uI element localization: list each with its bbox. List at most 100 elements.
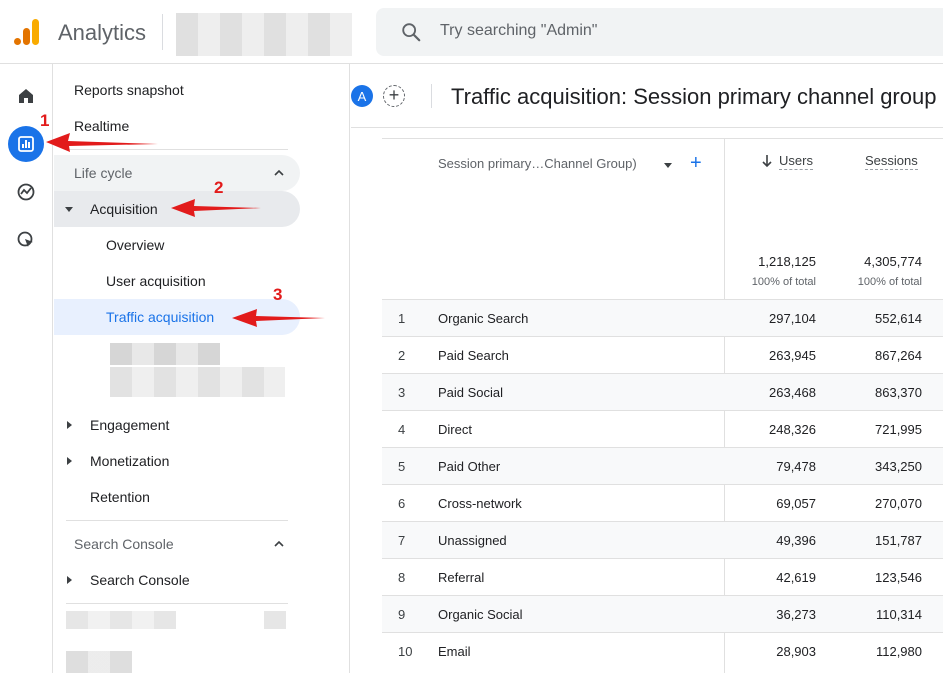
- row-index: 3: [398, 385, 406, 400]
- sessions-value: 151,787: [875, 533, 922, 548]
- sessions-value: 110,314: [875, 607, 922, 622]
- channel-name: Referral: [438, 570, 485, 585]
- nav-label: Monetization: [90, 453, 170, 469]
- nav-label: User acquisition: [106, 273, 206, 289]
- sessions-value: 123,546: [875, 570, 922, 585]
- row-index: 5: [398, 459, 406, 474]
- header-divider: [162, 14, 163, 50]
- total-users-percent: 100% of total: [751, 276, 816, 288]
- nav-label: Traffic acquisition: [106, 309, 215, 325]
- nav-item-reports-snapshot[interactable]: Reports snapshot: [54, 72, 300, 108]
- users-column-header[interactable]: Users: [779, 153, 813, 170]
- table-row[interactable]: 7 Unassigned 49,396 151,787: [382, 521, 943, 558]
- table-row[interactable]: 1 Organic Search 297,104 552,614: [382, 299, 943, 336]
- comparison-avatar[interactable]: A: [351, 85, 373, 107]
- channel-name: Organic Search: [438, 311, 529, 326]
- home-icon[interactable]: [8, 78, 44, 114]
- sessions-value: 552,614: [875, 311, 922, 326]
- row-index: 9: [398, 607, 406, 622]
- table-row[interactable]: 4 Direct 248,326 721,995: [382, 410, 943, 447]
- nav-divider: [66, 520, 288, 521]
- nav-item-user-acquisition[interactable]: User acquisition: [54, 263, 300, 299]
- nav-item-monetization[interactable]: Monetization: [54, 443, 300, 479]
- table-row[interactable]: 6 Cross-network 69,057 270,070: [382, 484, 943, 521]
- users-value: 28,903: [776, 644, 816, 659]
- report-header: A + Traffic acquisition: Session primary…: [351, 64, 943, 128]
- row-index: 1: [398, 311, 406, 326]
- sessions-value: 270,070: [875, 496, 922, 511]
- explore-icon[interactable]: [8, 174, 44, 210]
- nav-label: Search Console: [90, 572, 190, 588]
- users-value: 297,104: [769, 311, 816, 326]
- caret-right-icon: [67, 457, 72, 465]
- nav-item-retention[interactable]: Retention: [54, 479, 300, 515]
- page-title: Traffic acquisition: Session primary cha…: [451, 84, 937, 109]
- header-divider: [431, 84, 432, 108]
- nav-item-engagement[interactable]: Engagement: [54, 407, 300, 443]
- table-top-border: [382, 138, 943, 139]
- table-row[interactable]: 2 Paid Search 263,945 867,264: [382, 336, 943, 373]
- app-title: Analytics: [58, 20, 147, 45]
- table-row[interactable]: 10 Email 28,903 112,980: [382, 632, 943, 669]
- users-value: 263,945: [769, 348, 816, 363]
- analytics-logo[interactable]: [12, 17, 42, 47]
- reports-icon[interactable]: [8, 126, 44, 162]
- caret-down-icon: [65, 207, 73, 212]
- nav-divider: [66, 603, 288, 604]
- search-bar[interactable]: Try searching "Admin": [376, 8, 943, 56]
- table-row[interactable]: 8 Referral 42,619 123,546: [382, 558, 943, 595]
- advertising-icon[interactable]: [8, 222, 44, 258]
- dimension-column-header[interactable]: Session primary…Channel Group): [438, 156, 637, 171]
- table-row[interactable]: 3 Paid Social 263,468 863,370: [382, 373, 943, 410]
- sessions-value: 112,980: [875, 644, 922, 659]
- channel-name: Paid Other: [438, 459, 501, 474]
- nav-item-search-console[interactable]: Search Console: [54, 562, 300, 598]
- annotation-label-3: 3: [273, 285, 283, 304]
- row-index: 2: [398, 348, 406, 363]
- search-input[interactable]: Try searching "Admin": [440, 22, 597, 40]
- top-header: Analytics Try searching "Admin": [0, 0, 943, 64]
- row-index: 8: [398, 570, 406, 585]
- row-index: 10: [398, 644, 413, 659]
- nav-item-overview[interactable]: Overview: [54, 227, 300, 263]
- table-row[interactable]: 5 Paid Other 79,478 343,250: [382, 447, 943, 484]
- add-dimension-icon[interactable]: +: [690, 152, 702, 175]
- sessions-value: 343,250: [875, 459, 922, 474]
- dropdown-icon[interactable]: [664, 163, 672, 168]
- sessions-column-header[interactable]: Sessions: [865, 153, 918, 170]
- redacted-item: [264, 611, 286, 629]
- nav-section-label: Search Console: [74, 536, 174, 552]
- users-value: 248,326: [769, 422, 816, 437]
- channel-name: Cross-network: [438, 496, 522, 511]
- redacted-item: [110, 343, 220, 365]
- channel-name: Organic Social: [438, 607, 523, 622]
- annotation-arrow-2: [171, 199, 261, 217]
- row-index: 4: [398, 422, 406, 437]
- chevron-up-icon: [274, 169, 284, 176]
- users-value: 79,478: [776, 459, 816, 474]
- users-value: 36,273: [776, 607, 816, 622]
- caret-right-icon: [67, 421, 72, 429]
- total-users: 1,218,125: [758, 254, 816, 269]
- sort-down-arrow-icon: [762, 155, 772, 168]
- annotation-label-1: 1: [40, 111, 50, 130]
- sessions-value: 863,370: [875, 385, 922, 400]
- channel-name: Direct: [438, 422, 472, 437]
- nav-section-life-cycle[interactable]: Life cycle: [54, 155, 300, 191]
- users-value: 49,396: [776, 533, 816, 548]
- account-selector[interactable]: [176, 13, 352, 56]
- channel-name: Unassigned: [438, 533, 507, 548]
- chevron-up-icon: [274, 540, 284, 547]
- channel-name: Email: [438, 644, 471, 659]
- add-comparison-button[interactable]: +: [383, 85, 405, 107]
- nav-section-search-console[interactable]: Search Console: [54, 526, 300, 562]
- users-value: 69,057: [776, 496, 816, 511]
- redacted-item: [66, 651, 132, 673]
- sessions-value: 721,995: [875, 422, 922, 437]
- table-row[interactable]: 9 Organic Social 36,273 110,314: [382, 595, 943, 632]
- row-index: 6: [398, 496, 406, 511]
- nav-label: Retention: [90, 489, 150, 505]
- sessions-value: 867,264: [875, 348, 922, 363]
- redacted-item: [66, 611, 176, 629]
- nav-section-label: Life cycle: [74, 165, 133, 181]
